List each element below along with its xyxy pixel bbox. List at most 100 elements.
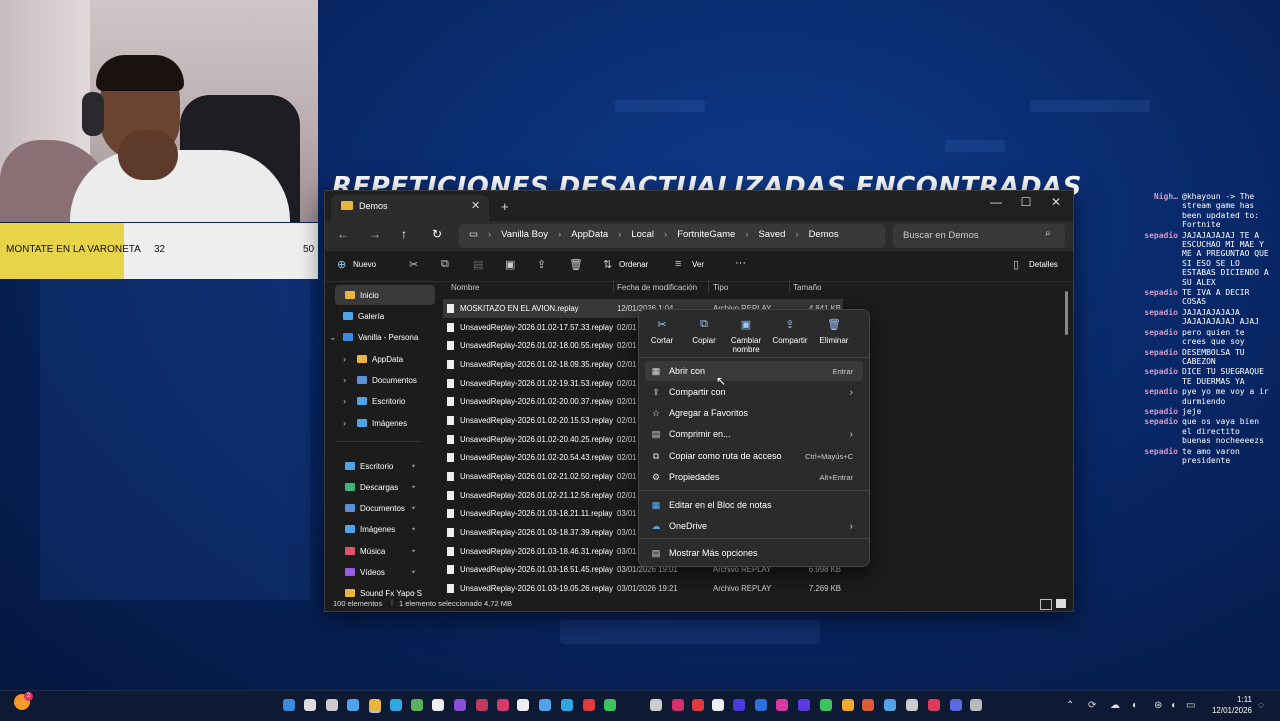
- volume-icon[interactable]: ◖: [1170, 700, 1176, 711]
- column-divider[interactable]: [708, 279, 709, 293]
- taskbar-app-icon[interactable]: [517, 699, 529, 711]
- quick-action-eliminar[interactable]: 🗑 Eliminar: [813, 318, 855, 345]
- forward-icon[interactable]: →: [369, 227, 381, 241]
- sidebar-item[interactable]: Inicio: [335, 285, 435, 305]
- battery-icon[interactable]: ▭: [1186, 700, 1195, 711]
- minimize-button[interactable]: —: [981, 195, 1011, 209]
- breadcrumb-item[interactable]: Demos: [809, 229, 839, 240]
- tray-app-icon[interactable]: ☁: [1110, 700, 1120, 711]
- menu-item[interactable]: ⚙ Propiedades Alt+Entrar: [645, 467, 863, 487]
- up-icon[interactable]: ↑: [401, 227, 407, 241]
- chevron-up-icon[interactable]: ⌃: [1066, 700, 1074, 711]
- chevron-right-icon[interactable]: ›: [343, 418, 346, 428]
- taskbar-app-icon[interactable]: [326, 699, 338, 711]
- taskbar-app-icon[interactable]: [347, 699, 359, 711]
- taskbar-app-icon[interactable]: [970, 699, 982, 711]
- sidebar-item[interactable]: Documentos ✦: [335, 498, 435, 518]
- paste-icon[interactable]: ▤: [473, 258, 483, 271]
- refresh-icon[interactable]: ↻: [432, 227, 442, 241]
- taskbar-app-icon[interactable]: [755, 699, 767, 711]
- sidebar-item[interactable]: › AppData: [343, 349, 447, 369]
- scrollbar[interactable]: [1065, 291, 1068, 335]
- tiles-view-icon[interactable]: [1056, 599, 1066, 608]
- taskbar-app-icon[interactable]: [561, 699, 573, 711]
- taskbar-app-icon[interactable]: [390, 699, 402, 711]
- back-icon[interactable]: ←: [337, 227, 349, 241]
- taskbar-app-icon[interactable]: [476, 699, 488, 711]
- tray-app-icon[interactable]: ◐: [1132, 700, 1138, 711]
- taskbar-app-icon[interactable]: [650, 699, 662, 711]
- taskbar-app-icon[interactable]: [497, 699, 509, 711]
- share-icon[interactable]: ⇪: [537, 258, 546, 271]
- details-view-icon[interactable]: [1040, 599, 1052, 610]
- sidebar-item[interactable]: Vídeos ✦: [335, 562, 435, 582]
- more-options-button[interactable]: ···: [735, 257, 746, 269]
- taskbar-app-icon[interactable]: [950, 699, 962, 711]
- taskbar-app-icon[interactable]: [454, 699, 466, 711]
- sidebar-item[interactable]: › Escritorio: [343, 391, 447, 411]
- taskbar-app-icon[interactable]: [692, 699, 704, 711]
- breadcrumb-item[interactable]: Vanilla Boy: [501, 229, 548, 240]
- menu-item[interactable]: ☆ Agregar a Favoritos: [645, 403, 863, 423]
- cut-icon[interactable]: ✂: [409, 258, 418, 271]
- tray-app-icon[interactable]: ⟳: [1088, 700, 1096, 711]
- search-input[interactable]: Buscar en Demos: [903, 230, 979, 241]
- view-button[interactable]: Ver: [692, 260, 704, 269]
- start-icon[interactable]: [283, 699, 295, 711]
- tab-demos[interactable]: Demos ✕: [331, 195, 489, 221]
- close-window-button[interactable]: ✕: [1041, 195, 1071, 209]
- taskbar-app-icon[interactable]: [411, 699, 423, 711]
- quick-action-cambiar-nombre[interactable]: ▣ Cambiar nombre: [725, 318, 767, 354]
- taskbar-app-icon[interactable]: [776, 699, 788, 711]
- sidebar-item[interactable]: Escritorio ✦: [335, 456, 435, 476]
- column-header-size[interactable]: Tamaño: [793, 283, 821, 292]
- quick-action-cortar[interactable]: ✂ Cortar: [641, 318, 683, 345]
- menu-item[interactable]: ▤ Mostrar Más opciones: [645, 543, 863, 563]
- menu-item[interactable]: ▦ Editar en el Bloc de notas: [645, 495, 863, 515]
- quick-action-compartir[interactable]: ⇪ Compartir: [769, 318, 811, 345]
- trash-icon[interactable]: 🗑: [569, 258, 583, 271]
- new-tab-button[interactable]: +: [501, 199, 509, 214]
- clock[interactable]: 1:11 12/01/2026: [1206, 694, 1252, 716]
- new-button[interactable]: Nuevo: [353, 260, 376, 269]
- taskbar-app-icon[interactable]: [432, 699, 444, 711]
- menu-item[interactable]: ▤ Comprimir en... ›: [645, 424, 863, 444]
- sidebar-item[interactable]: ⌄ Vanilla - Persona: [329, 327, 433, 347]
- sidebar-item[interactable]: Descargas ✦: [335, 477, 435, 497]
- menu-item[interactable]: ▦ Abrir con Entrar: [645, 361, 863, 381]
- menu-item[interactable]: ☁ OneDrive ›: [645, 516, 863, 536]
- taskbar-app-icon[interactable]: [842, 699, 854, 711]
- taskbar-app-icon[interactable]: [604, 699, 616, 711]
- close-tab-icon[interactable]: ✕: [471, 199, 480, 212]
- taskbar-app-icon[interactable]: [369, 699, 381, 713]
- sidebar-item[interactable]: › Imágenes: [343, 413, 447, 433]
- breadcrumb-item[interactable]: FortniteGame: [677, 229, 735, 240]
- sidebar-item[interactable]: Música ✦: [335, 541, 435, 561]
- taskbar-app-icon[interactable]: [820, 699, 832, 711]
- sidebar-item[interactable]: Galería: [335, 306, 433, 326]
- chevron-right-icon[interactable]: ›: [343, 375, 346, 385]
- taskbar-app-icon[interactable]: [798, 699, 810, 711]
- maximize-button[interactable]: ☐: [1011, 195, 1041, 209]
- breadcrumb-item[interactable]: Saved: [758, 229, 785, 240]
- copy-icon[interactable]: ⧉: [441, 258, 449, 271]
- taskbar-app-icon[interactable]: [672, 699, 684, 711]
- search-icon[interactable]: [304, 699, 316, 711]
- taskbar-app-icon[interactable]: [583, 699, 595, 711]
- column-header-name[interactable]: Nombre: [451, 283, 479, 292]
- menu-item[interactable]: ⇪ Compartir con ›: [645, 382, 863, 402]
- network-icon[interactable]: ⊛: [1154, 700, 1162, 711]
- sort-button[interactable]: Ordenar: [619, 260, 648, 269]
- quick-action-copiar[interactable]: ⧉ Copiar: [683, 318, 725, 345]
- address-bar[interactable]: ▭ › Vanilla Boy › AppData › Local › FortniteGame…: [459, 224, 885, 248]
- column-divider[interactable]: [613, 279, 614, 293]
- column-header-date[interactable]: Fecha de modificación: [617, 283, 697, 292]
- file-row[interactable]: UnsavedReplay-2026.01.03-19.05.26.replay…: [443, 579, 843, 598]
- taskbar-app-icon[interactable]: [884, 699, 896, 711]
- chevron-right-icon[interactable]: ›: [343, 354, 346, 364]
- chevron-right-icon[interactable]: ›: [343, 396, 346, 406]
- taskbar-app-icon[interactable]: [712, 699, 724, 711]
- sidebar-item[interactable]: Imágenes ✦: [335, 519, 435, 539]
- column-header-type[interactable]: Tipo: [713, 283, 728, 292]
- breadcrumb-item[interactable]: Local: [631, 229, 654, 240]
